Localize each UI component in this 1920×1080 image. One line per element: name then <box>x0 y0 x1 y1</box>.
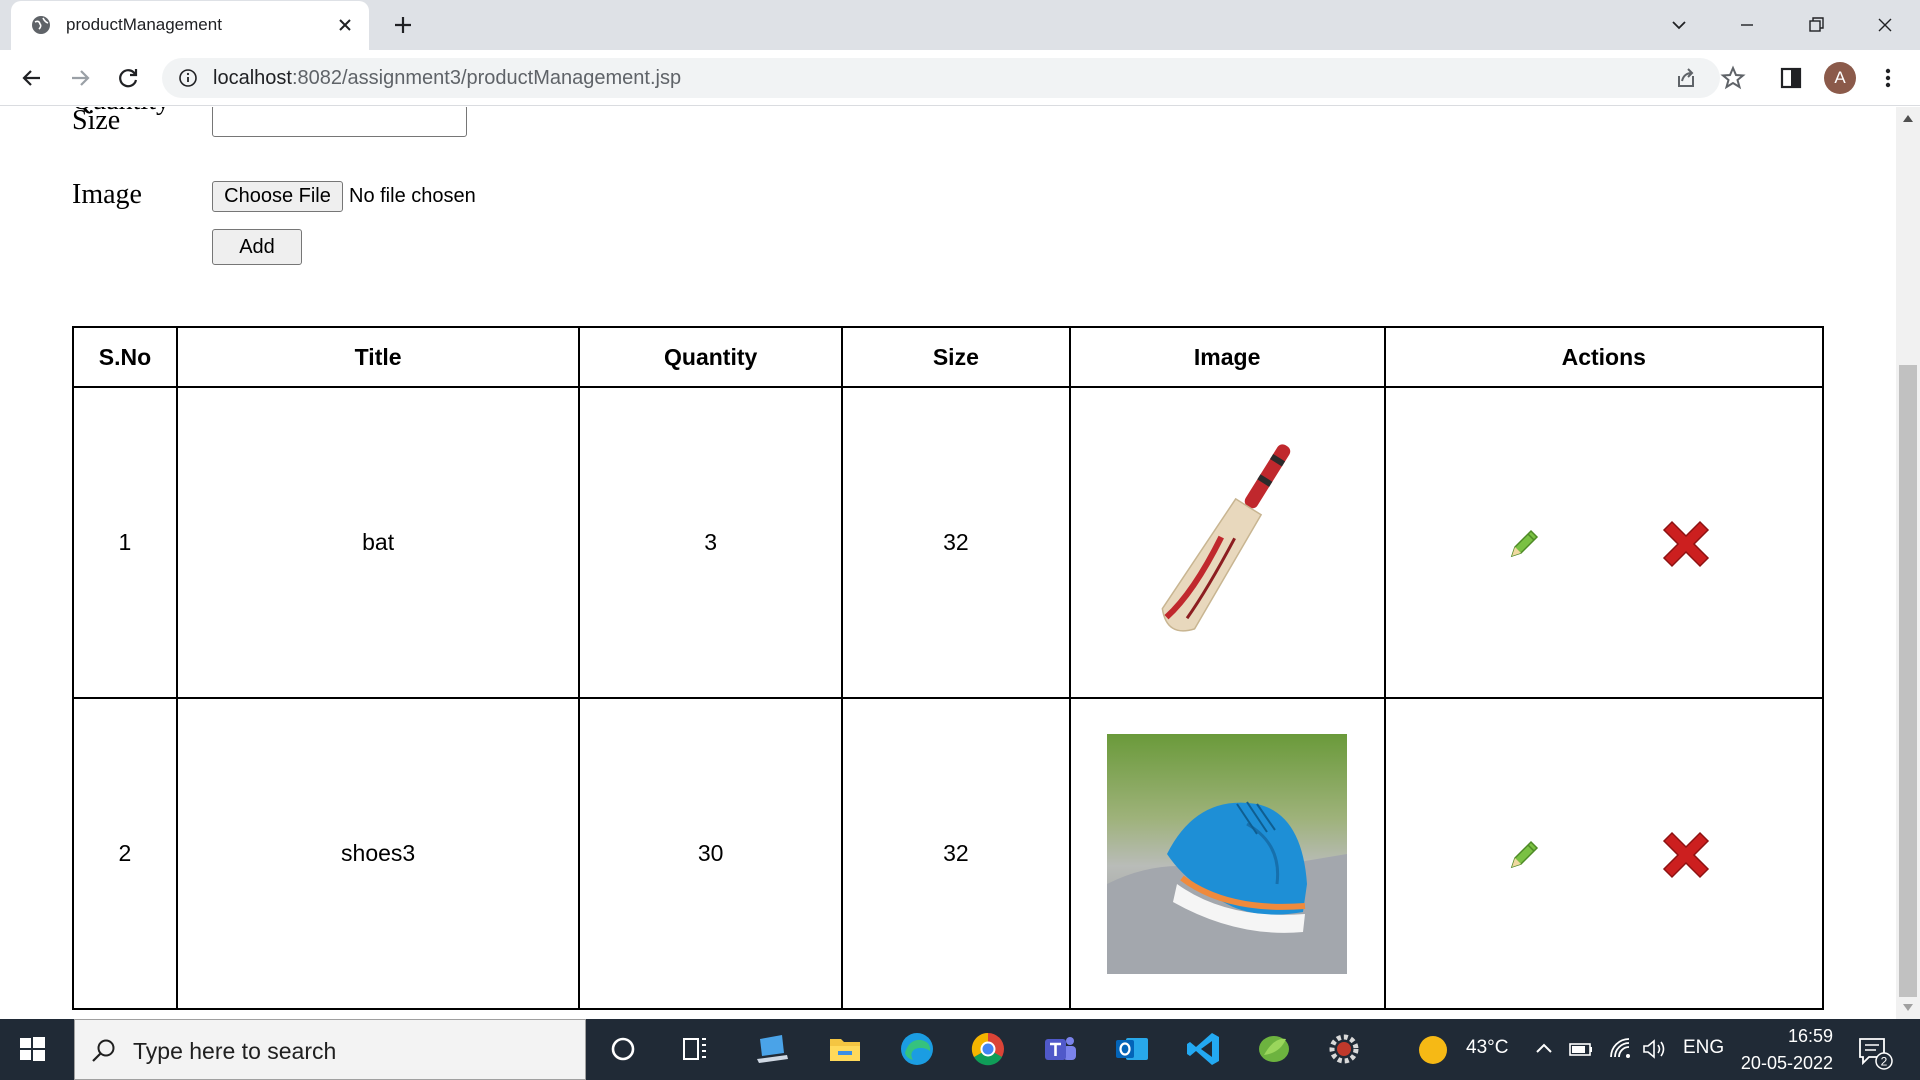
cell-sno: 2 <box>72 697 178 1010</box>
language-indicator[interactable]: ENG <box>1683 1037 1724 1059</box>
temperature-text[interactable]: 43°C <box>1466 1037 1508 1059</box>
notification-count: 2 <box>1881 1055 1888 1069</box>
side-panel-icon[interactable] <box>1777 64 1805 92</box>
scroll-up-arrow-icon[interactable] <box>1903 115 1913 122</box>
taskbar-clock[interactable]: 16:59 20-05-2022 <box>1733 1023 1833 1077</box>
table-row: 1 bat 3 32 <box>72 386 1825 699</box>
image-label: Image <box>72 179 142 210</box>
pencil-edit-icon[interactable] <box>1506 526 1542 562</box>
notification-center-icon[interactable]: 2 <box>1854 1031 1894 1071</box>
cell-image <box>1068 386 1386 699</box>
site-info-icon[interactable] <box>178 68 198 88</box>
globe-icon <box>32 16 50 34</box>
settings-gear-icon[interactable] <box>1324 1029 1364 1069</box>
chevron-up-icon[interactable] <box>1532 1037 1556 1061</box>
add-button[interactable]: Add <box>212 229 302 265</box>
cell-title: bat <box>175 386 581 699</box>
task-view-icon[interactable] <box>675 1029 715 1069</box>
cell-size: 32 <box>841 697 1071 1010</box>
forward-arrow-icon[interactable] <box>66 64 94 92</box>
cell-sno: 1 <box>72 386 178 699</box>
search-icon <box>92 1039 115 1062</box>
vscode-icon[interactable] <box>1184 1029 1224 1069</box>
reload-icon[interactable] <box>114 64 142 92</box>
table-header-row: S.No Title Quantity Size Image Actions <box>72 326 1825 388</box>
cell-quantity: 3 <box>578 386 844 699</box>
windows-start-icon[interactable] <box>14 1031 50 1067</box>
header-image: Image <box>1068 326 1386 388</box>
browser-toolbar: localhost:8082/assignment3/productManage… <box>0 50 1920 106</box>
header-quantity: Quantity <box>578 326 844 388</box>
back-arrow-icon[interactable] <box>18 64 46 92</box>
teams-icon[interactable] <box>1040 1029 1080 1069</box>
page-viewport: Quantity Size Image Choose File No file … <box>0 107 1920 1019</box>
tab-search-icon[interactable] <box>1664 10 1694 40</box>
weather-sun-icon[interactable] <box>1416 1033 1450 1067</box>
cricket-bat-image <box>1107 422 1348 663</box>
header-actions: Actions <box>1383 326 1825 388</box>
window-close-icon[interactable] <box>1870 10 1900 40</box>
address-bar[interactable]: localhost:8082/assignment3/productManage… <box>162 58 1746 98</box>
header-sno: S.No <box>72 326 178 388</box>
cell-quantity: 30 <box>578 697 844 1010</box>
url-text: localhost:8082/assignment3/productManage… <box>213 67 681 90</box>
battery-icon[interactable] <box>1568 1037 1594 1061</box>
cell-image <box>1068 697 1386 1010</box>
size-label: Size <box>72 107 121 136</box>
file-status-text: No file chosen <box>349 185 476 207</box>
more-menu-icon[interactable] <box>1874 64 1902 92</box>
wifi-icon[interactable] <box>1608 1036 1634 1062</box>
minimize-icon[interactable] <box>1732 10 1762 40</box>
share-icon[interactable] <box>1672 64 1700 92</box>
edge-browser-icon[interactable] <box>897 1029 937 1069</box>
cell-size: 32 <box>841 386 1071 699</box>
clock-date: 20-05-2022 <box>1740 1053 1833 1073</box>
browser-tab[interactable]: productManagement <box>11 1 369 50</box>
tab-strip: productManagement <box>0 0 1920 50</box>
url-path: :8082/assignment3/productManagement.jsp <box>291 67 682 89</box>
close-tab-icon[interactable] <box>335 15 355 35</box>
cell-title: shoes3 <box>175 697 581 1010</box>
size-input[interactable] <box>212 107 467 137</box>
search-placeholder: Type here to search <box>133 1038 337 1064</box>
page-scrollbar[interactable] <box>1896 107 1920 1019</box>
cortana-icon[interactable] <box>603 1029 643 1069</box>
header-title: Title <box>175 326 581 388</box>
windows-taskbar: Type here to search 43°C ENG 16:59 20-05… <box>0 1019 1920 1080</box>
volume-icon[interactable] <box>1640 1036 1668 1062</box>
delete-x-icon[interactable] <box>1658 827 1714 883</box>
scroll-down-arrow-icon[interactable] <box>1903 1004 1913 1011</box>
scrollbar-thumb[interactable] <box>1899 365 1917 997</box>
products-table: S.No Title Quantity Size Image Actions 1… <box>72 326 1825 1010</box>
blue-sneakers-image <box>1107 733 1348 974</box>
file-explorer-icon[interactable] <box>825 1029 865 1069</box>
choose-file-button[interactable]: Choose File <box>212 181 343 212</box>
bookmark-star-icon[interactable] <box>1719 64 1747 92</box>
delete-x-icon[interactable] <box>1658 516 1714 572</box>
cell-actions <box>1383 386 1825 699</box>
pencil-edit-icon[interactable] <box>1506 837 1542 873</box>
taskbar-search-box[interactable]: Type here to search <box>74 1019 586 1080</box>
laptop-app-icon[interactable] <box>752 1029 792 1069</box>
cell-actions <box>1383 697 1825 1010</box>
table-row: 2 shoes3 30 32 <box>72 697 1825 1010</box>
tab-title: productManagement <box>66 15 222 34</box>
restore-icon[interactable] <box>1801 10 1831 40</box>
spring-tool-icon[interactable] <box>1254 1029 1294 1069</box>
chrome-browser-icon[interactable] <box>968 1029 1008 1069</box>
outlook-icon[interactable] <box>1112 1029 1152 1069</box>
header-size: Size <box>841 326 1071 388</box>
clock-time: 16:59 <box>1787 1026 1833 1046</box>
new-tab-icon[interactable] <box>391 13 415 37</box>
profile-avatar[interactable]: A <box>1824 62 1856 94</box>
url-host: localhost <box>213 67 292 89</box>
